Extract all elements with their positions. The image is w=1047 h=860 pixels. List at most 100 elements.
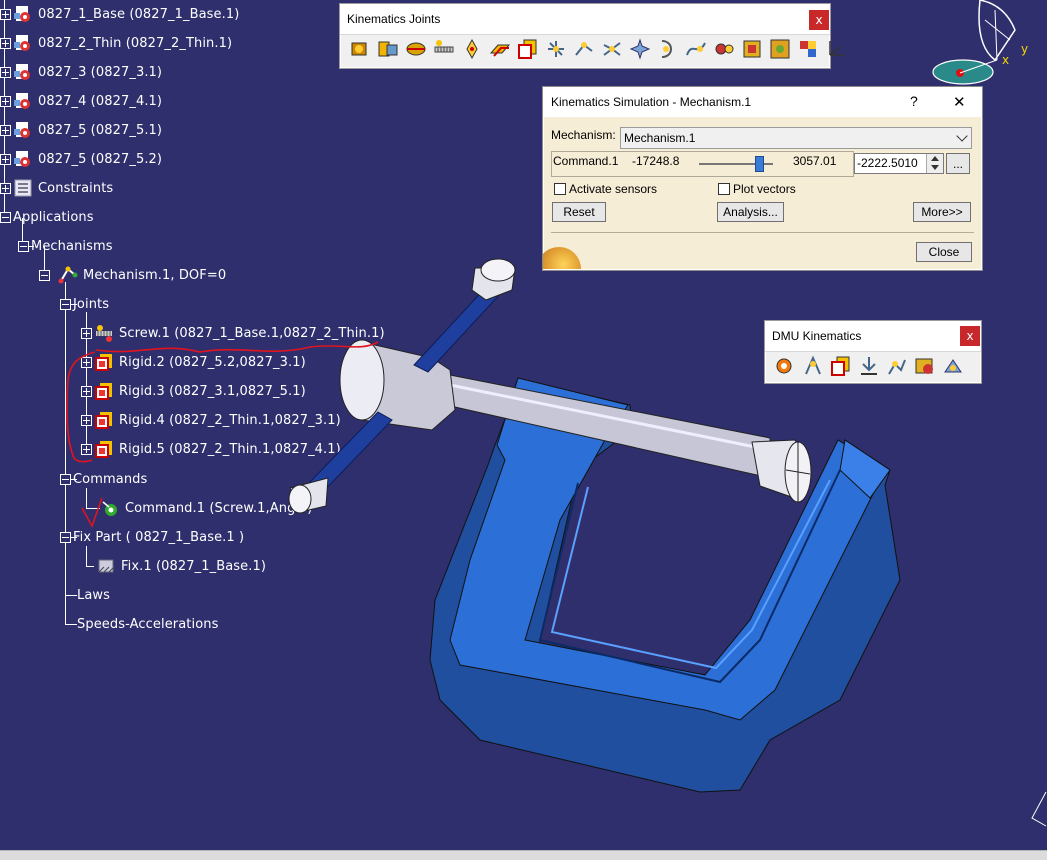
universal-joint-icon[interactable] [572,37,596,61]
cable-joint-icon[interactable] [656,37,680,61]
tree-label[interactable]: Mechanism.1, DOF=0 [83,268,226,283]
tree-node-0827-2-thin[interactable]: 0827_2_Thin (0827_2_Thin.1) [0,32,232,54]
tree-label[interactable]: Mechanisms [31,239,113,254]
tree-label[interactable]: 0827_1_Base (0827_1_Base.1) [38,7,239,22]
tree-label[interactable]: Fix Part ( 0827_1_Base.1 ) [73,530,244,545]
close-dialog-icon[interactable]: ✕ [953,93,966,111]
expand-icon[interactable] [0,37,11,49]
tree-label[interactable]: Laws [77,588,110,603]
expand-icon[interactable] [81,356,92,368]
close-button[interactable]: Close [916,242,972,262]
help-button[interactable]: ? [910,93,918,109]
collapse-icon[interactable] [60,298,71,310]
toolbar-title[interactable]: DMU Kinematics [765,321,981,351]
value-input[interactable]: -2222.5010 [857,156,918,170]
simulation-with-commands-icon[interactable] [913,354,937,378]
tree-node-laws[interactable]: Laws [77,584,110,606]
collapse-icon[interactable] [60,531,71,543]
expand-icon[interactable] [0,153,11,165]
tree-node-mechanisms[interactable]: Mechanisms [18,235,113,257]
roll-curve-joint-icon[interactable] [712,37,736,61]
expand-icon[interactable] [0,8,11,20]
sensor-icon[interactable] [801,354,825,378]
tree-node-0827-1-base[interactable]: 0827_1_Base (0827_1_Base.1) [0,3,239,25]
mechanism-analysis-icon[interactable] [941,354,965,378]
command-slider[interactable] [699,156,773,172]
tree-label[interactable]: 0827_4 (0827_4.1) [38,94,162,109]
rack-joint-icon[interactable] [460,37,484,61]
activate-sensors-checkbox[interactable] [554,183,566,195]
reset-button[interactable]: Reset [552,202,606,222]
expand-icon[interactable] [0,124,11,136]
dialog-title-bar[interactable]: Kinematics Simulation - Mechanism.1 ? ✕ [543,87,982,117]
cv-joint-icon[interactable] [600,37,624,61]
tree-label[interactable]: Fix.1 (0827_1_Base.1) [121,559,266,574]
spherical-joint-icon[interactable] [544,37,568,61]
slider-thumb[interactable] [755,156,765,172]
fixed-part-icon[interactable] [857,354,881,378]
tree-node-constraints[interactable]: Constraints [0,177,113,199]
value-spinner[interactable]: -2222.5010 [854,153,944,174]
tree-label[interactable]: Constraints [38,181,113,196]
point-curve-joint-icon[interactable] [740,37,764,61]
expand-icon[interactable] [81,327,92,339]
tree-node-rigid-5[interactable]: Rigid.5 (0827_2_Thin.1,0827_4.1) [81,438,341,460]
kinematic-joint-icon[interactable] [829,354,853,378]
tree-node-rigid-3[interactable]: Rigid.3 (0827_3.1,0827_5.1) [81,380,306,402]
planar-joint-icon[interactable] [488,37,512,61]
collapse-icon[interactable] [0,211,11,223]
tree-label[interactable]: 0827_5 (0827_5.2) [38,152,162,167]
tree-node-rigid-2[interactable]: Rigid.2 (0827_5.2,0827_3.1) [81,351,306,373]
expand-icon[interactable] [0,95,11,107]
collapse-icon[interactable] [60,473,71,485]
expand-icon[interactable] [81,414,92,426]
toolbar-title[interactable]: Kinematics Joints [340,4,830,34]
analysis-button[interactable]: Analysis... [717,202,784,222]
expand-icon[interactable] [81,443,92,455]
kinematics-joints-toolbar[interactable]: Kinematics Joints x [339,3,844,69]
more-button[interactable]: More>> [913,202,971,222]
tree-label[interactable]: Joints [73,297,109,312]
simulation-icon[interactable] [773,354,797,378]
tree-node-speeds-accelerations[interactable]: Speeds-Accelerations [77,613,218,635]
gear-joint-icon[interactable] [628,37,652,61]
joint-from-constraints-icon[interactable] [796,37,820,61]
tree-node-fix-1[interactable]: Fix.1 (0827_1_Base.1) [96,555,266,577]
expand-icon[interactable] [0,66,11,78]
more-options-button[interactable]: ... [946,153,970,174]
prismatic-joint-icon[interactable] [376,37,400,61]
tree-node-mechanism-1[interactable]: Mechanism.1, DOF=0 [39,264,226,286]
tree-label[interactable]: Rigid.4 (0827_2_Thin.1,0827_3.1) [119,413,341,428]
assembly-constraints-conversion-icon[interactable] [885,354,909,378]
spin-down-icon[interactable] [931,165,939,170]
collapse-icon[interactable] [39,269,50,281]
tree-label[interactable]: 0827_3 (0827_3.1) [38,65,162,80]
collapse-icon[interactable] [18,240,29,252]
compass[interactable]: x y [925,0,1035,100]
tree-node-rigid-4[interactable]: Rigid.4 (0827_2_Thin.1,0827_3.1) [81,409,341,431]
tree-node-commands[interactable]: Commands [60,468,147,490]
tree-node-screw-1[interactable]: Screw.1 (0827_1_Base.1,0827_2_Thin.1) [81,322,385,344]
tree-label[interactable]: Rigid.5 (0827_2_Thin.1,0827_4.1) [119,442,341,457]
tree-node-command-1[interactable]: Command.1 (Screw.1,Angle) [100,497,312,519]
spin-up-icon[interactable] [931,156,939,161]
mechanism-select[interactable]: Mechanism.1 [620,127,972,149]
tree-label[interactable]: 0827_5 (0827_5.1) [38,123,162,138]
spinner-arrows[interactable] [926,154,943,173]
tree-node-0827-5-2[interactable]: 0827_5 (0827_5.2) [0,148,162,170]
close-toolbar-button[interactable]: x [960,326,980,346]
tree-node-0827-5-1[interactable]: 0827_5 (0827_5.1) [0,119,162,141]
tree-node-fix-part[interactable]: Fix Part ( 0827_1_Base.1 ) [60,526,244,548]
dmu-kinematics-toolbar[interactable]: DMU Kinematics x [764,320,982,384]
tree-node-applications[interactable]: Applications [0,206,94,228]
tree-label[interactable]: Applications [13,210,94,225]
tree-label[interactable]: 0827_2_Thin (0827_2_Thin.1) [38,36,232,51]
screw-joint-icon[interactable] [432,37,456,61]
tree-label[interactable]: Rigid.3 (0827_3.1,0827_5.1) [119,384,306,399]
revolute-joint-icon[interactable] [348,37,372,61]
tree-label[interactable]: Speeds-Accelerations [77,617,218,632]
tree-node-joints[interactable]: Joints [60,293,109,315]
kinematics-simulation-dialog[interactable]: Kinematics Simulation - Mechanism.1 ? ✕ … [542,86,983,271]
expand-icon[interactable] [81,385,92,397]
point-surface-joint-icon[interactable] [768,37,792,61]
